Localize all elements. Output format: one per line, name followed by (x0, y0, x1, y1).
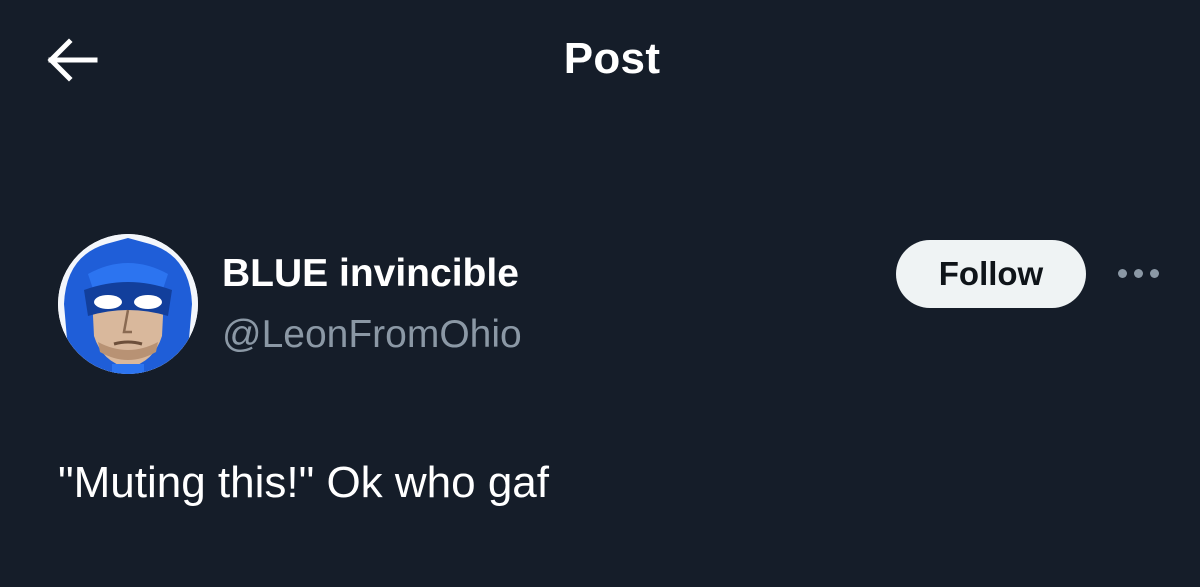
post-author-row: BLUE invincible @LeonFromOhio Follow (0, 228, 1200, 378)
more-dot (1149, 268, 1159, 278)
page-title: Post (563, 34, 661, 83)
post-screen: Post BLUE invincible @LeonFromOhio Follo… (0, 0, 1200, 587)
author-handle[interactable]: @LeonFromOhio (222, 311, 522, 359)
follow-button[interactable]: Follow (896, 240, 1086, 308)
top-bar: Post (0, 0, 1200, 120)
more-dot (1133, 268, 1143, 278)
post-text: "Muting this!" Ok who gaf (58, 458, 550, 507)
author-display-name[interactable]: BLUE invincible (222, 250, 519, 298)
masked-hero-avatar (58, 234, 198, 374)
more-options-icon[interactable] (1108, 258, 1168, 288)
avatar[interactable] (58, 234, 198, 374)
more-dot (1117, 268, 1127, 278)
